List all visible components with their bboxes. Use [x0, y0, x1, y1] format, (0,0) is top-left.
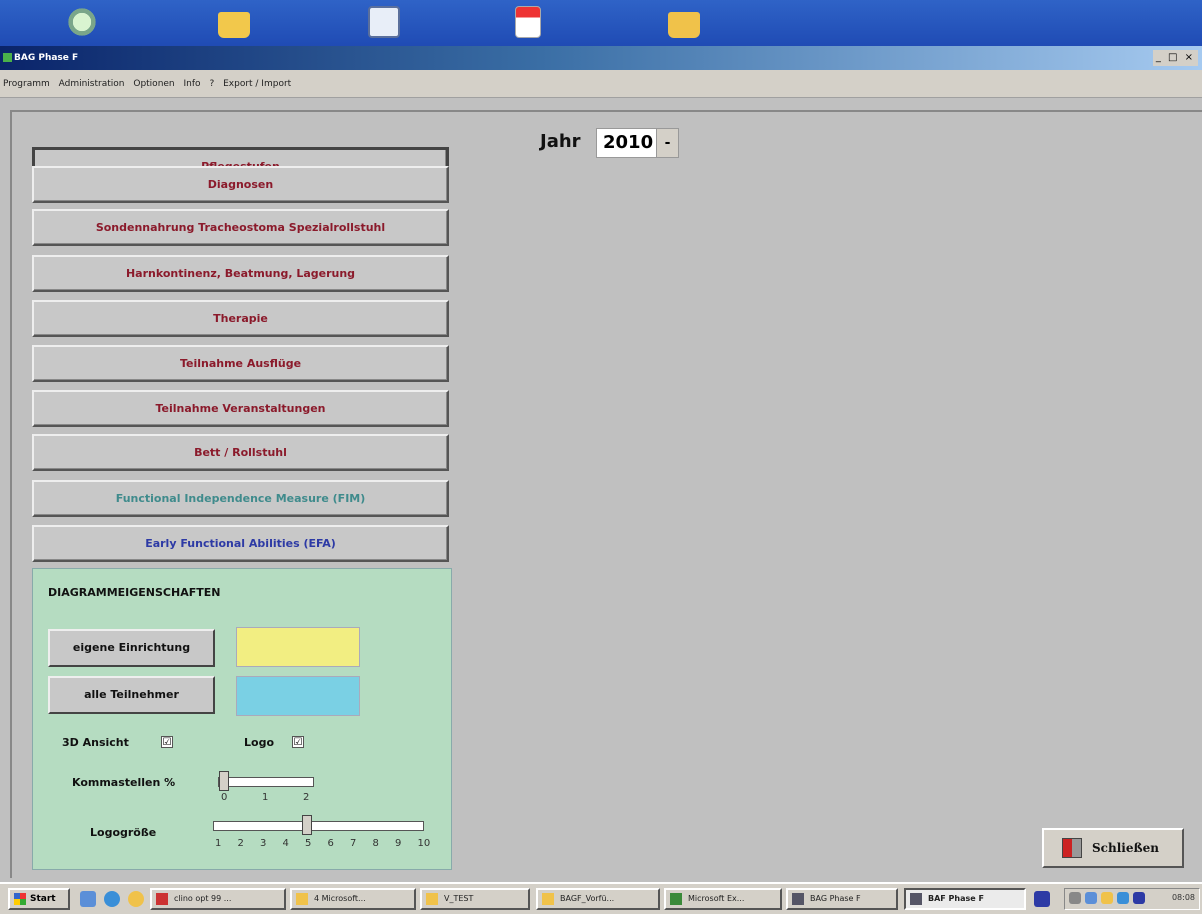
nav-ausfluege-button[interactable]: Teilnahme Ausflüge	[32, 345, 449, 382]
view-3d-label: 3D Ansicht	[62, 736, 129, 749]
logo-size-tick: 4	[282, 838, 289, 849]
menu-info[interactable]: Info	[184, 79, 201, 89]
messenger-icon[interactable]	[128, 891, 144, 907]
logo-size-tick: 7	[350, 838, 357, 849]
window-titlebar: BAG Phase F _ □ ×	[0, 46, 1202, 70]
taskbar-item[interactable]: 4 Microsoft...	[290, 888, 416, 910]
menu-administration[interactable]: Administration	[59, 79, 125, 89]
decimals-slider-thumb[interactable]	[219, 771, 229, 791]
nav-bett-rollstuhl-button[interactable]: Bett / Rollstuhl	[32, 434, 449, 471]
logo-label: Logo	[244, 736, 274, 749]
folder-icon	[542, 893, 554, 905]
logo-size-slider-thumb[interactable]	[302, 815, 312, 835]
pdf-icon[interactable]	[515, 6, 541, 38]
start-label: Start	[30, 894, 56, 904]
exit-door-icon	[1062, 838, 1082, 858]
close-button-label: Schließen	[1092, 841, 1159, 855]
year-label: Jahr	[540, 131, 581, 152]
all-participants-button[interactable]: alle Teilnehmer	[48, 676, 215, 714]
logo-size-tick: 8	[372, 838, 379, 849]
decimals-tick: 1	[262, 792, 269, 803]
nav-fim-button[interactable]: Functional Independence Measure (FIM)	[32, 480, 449, 517]
desktop-icon[interactable]	[80, 891, 96, 907]
logo-size-label: Logogröße	[90, 826, 157, 839]
recycle-bin-icon[interactable]	[66, 6, 98, 38]
browser-icon[interactable]	[104, 891, 120, 907]
start-button[interactable]: Start	[8, 888, 70, 910]
menu-help[interactable]: ?	[209, 79, 214, 89]
windows-logo-icon	[14, 893, 26, 905]
nav-harnkontinenz-button[interactable]: Harnkontinenz, Beatmung, Lagerung	[32, 255, 449, 292]
logo-size-tick: 5	[305, 838, 312, 849]
decimals-slider-track[interactable]	[218, 777, 314, 787]
app-icon	[792, 893, 804, 905]
decimals-tick: 0	[221, 792, 228, 803]
decimals-label: Kommastellen %	[72, 776, 176, 789]
logo-size-tick: 10	[417, 838, 431, 849]
tray-icon[interactable]	[1069, 892, 1081, 904]
folder-icon[interactable]	[218, 12, 250, 38]
document-icon[interactable]	[368, 6, 400, 38]
own-facility-color-swatch[interactable]	[236, 627, 360, 667]
word-icon[interactable]	[1034, 891, 1050, 907]
window-controls[interactable]: _ □ ×	[1152, 50, 1198, 66]
app-icon	[3, 53, 12, 62]
decimals-tick: 2	[303, 792, 310, 803]
nav-sondennahrung-button[interactable]: Sondennahrung Tracheostoma Spezialrollst…	[32, 209, 449, 246]
folder-icon	[426, 893, 438, 905]
logo-size-slider-track[interactable]	[213, 821, 424, 831]
logo-size-tick: 9	[395, 838, 402, 849]
excel-icon	[670, 893, 682, 905]
menu-programm[interactable]: Programm	[3, 79, 50, 89]
close-button[interactable]: Schließen	[1042, 828, 1184, 868]
all-participants-color-swatch[interactable]	[236, 676, 360, 716]
logo-size-tick: 3	[260, 838, 267, 849]
menu-export-import[interactable]: Export / Import	[223, 79, 291, 89]
taskbar-item[interactable]: BAG Phase F	[786, 888, 898, 910]
logo-size-tick: 1	[215, 838, 222, 849]
menu-bar: Programm Administration Optionen Info ? …	[0, 70, 1202, 98]
year-select[interactable]: 2010 -	[596, 128, 679, 158]
taskbar-item[interactable]: Microsoft Ex...	[664, 888, 782, 910]
own-facility-button[interactable]: eigene Einrichtung	[48, 629, 215, 667]
folder-icon[interactable]	[668, 12, 700, 38]
menu-optionen[interactable]: Optionen	[133, 79, 174, 89]
app-icon	[910, 893, 922, 905]
taskbar: Start clino opt 99 ... 4 Microsoft... V_…	[0, 882, 1202, 914]
logo-size-tick: 2	[237, 838, 244, 849]
system-tray: 08:08	[1064, 888, 1200, 910]
tray-icon[interactable]	[1117, 892, 1129, 904]
year-value: 2010	[603, 132, 654, 153]
logo-checkbox[interactable]: ☑	[292, 736, 304, 748]
logo-size-tick: 6	[327, 838, 334, 849]
diagram-properties-title: DIAGRAMMEIGENSCHAFTEN	[48, 586, 221, 599]
tray-icon[interactable]	[1133, 892, 1145, 904]
dropdown-arrow-icon[interactable]: -	[656, 129, 678, 157]
view-3d-checkbox[interactable]: ☑	[161, 736, 173, 748]
nav-diagnosen-button[interactable]: Diagnosen	[32, 166, 449, 203]
taskbar-item[interactable]: clino opt 99 ...	[150, 888, 286, 910]
taskbar-item[interactable]: BAF Phase F	[904, 888, 1026, 910]
nav-therapie-button[interactable]: Therapie	[32, 300, 449, 337]
taskbar-item[interactable]: BAGF_Vorfü...	[536, 888, 660, 910]
window-title: BAG Phase F	[14, 53, 79, 63]
tray-icon[interactable]	[1101, 892, 1113, 904]
taskbar-item[interactable]: V_TEST	[420, 888, 530, 910]
tray-icon[interactable]	[1085, 892, 1097, 904]
clock: 08:08	[1171, 893, 1195, 902]
nav-veranstaltungen-button[interactable]: Teilnahme Veranstaltungen	[32, 390, 449, 427]
app-icon	[156, 893, 168, 905]
nav-efa-button[interactable]: Early Functional Abilities (EFA)	[32, 525, 449, 562]
app-icon	[296, 893, 308, 905]
